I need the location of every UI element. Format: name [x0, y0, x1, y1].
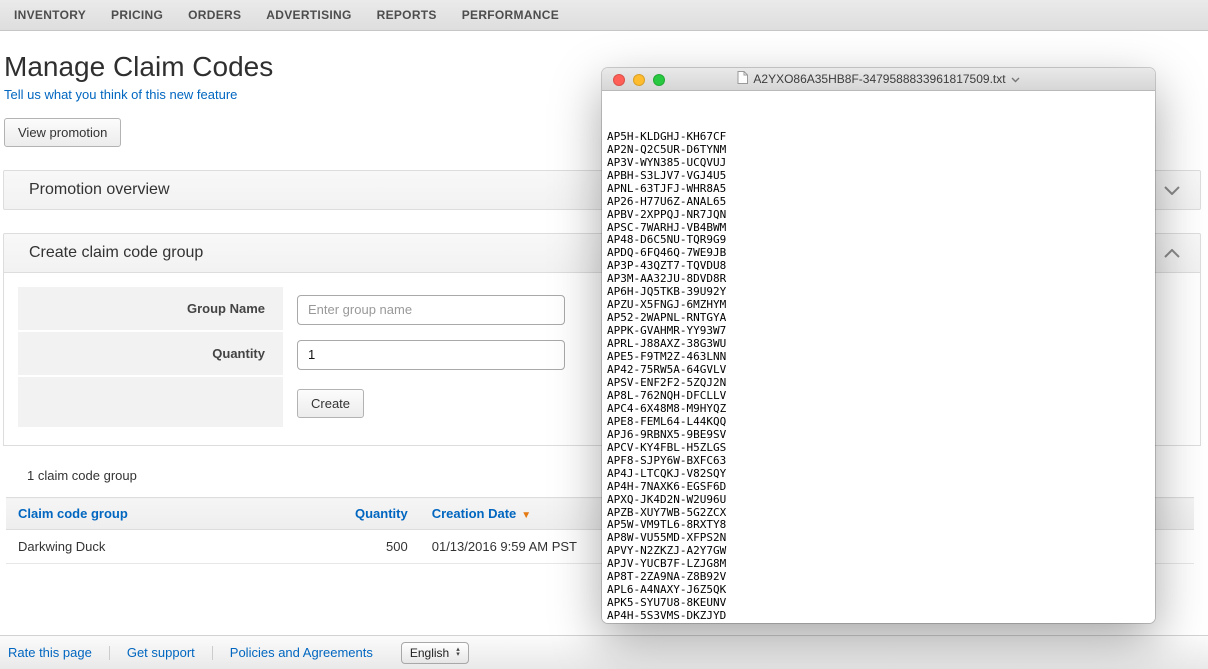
create-button[interactable]: Create	[297, 389, 364, 418]
claim-code-line: AP2N-Q2C5UR-D6TYNM	[607, 144, 1155, 157]
claim-code-line: APCV-KY4FBL-H5ZLGS	[607, 442, 1155, 455]
claim-code-line: APF8-SJPY6W-BXFC63	[607, 455, 1155, 468]
chevron-up-icon[interactable]	[1164, 249, 1180, 258]
nav-item[interactable]: ORDERS	[188, 8, 241, 22]
nav-item[interactable]: PRICING	[111, 8, 163, 22]
claim-code-line: APBH-S3LJV7-VGJ4U5	[607, 170, 1155, 183]
promotion-overview-title: Promotion overview	[29, 181, 170, 199]
claim-code-line: AP3V-WYN385-UCQVUJ	[607, 157, 1155, 170]
sort-desc-icon: ▼	[521, 510, 531, 521]
claim-code-line: APJ6-9RBNX5-9BE9SV	[607, 429, 1155, 442]
minimize-window-button[interactable]	[633, 74, 645, 86]
quantity-label: Quantity	[18, 332, 283, 377]
nav-item[interactable]: REPORTS	[377, 8, 437, 22]
document-icon	[737, 71, 748, 87]
language-select[interactable]: English ▴▾	[401, 642, 469, 664]
claim-code-line: AP4H-5S3VMS-DKZJYD	[607, 610, 1155, 623]
claim-code-line: APSV-ENF2F2-5ZQJ2N	[607, 377, 1155, 390]
window-title: A2YXO86A35HB8F-3479588833961817509.txt	[737, 71, 1019, 87]
sort-by-date-link[interactable]: Creation Date	[432, 506, 517, 521]
language-select-value: English	[410, 646, 449, 660]
group-name-label: Group Name	[18, 287, 283, 332]
claim-code-line: AP8L-762NQH-DFCLLV	[607, 390, 1155, 403]
claim-code-line: AP4H-7NAXK6-EGSF6D	[607, 481, 1155, 494]
sort-by-quantity-link[interactable]: Quantity	[355, 506, 408, 521]
claim-code-line: APE8-FEML64-L44KQQ	[607, 416, 1155, 429]
rate-this-page-link[interactable]: Rate this page	[4, 646, 110, 660]
select-stepper-icon: ▴▾	[456, 648, 460, 657]
claim-codes-text: AP5H-KLDGHJ-KH67CFAP2N-Q2C5UR-D6TYNMAP3V…	[602, 91, 1155, 623]
claim-code-line: APNL-63TJFJ-WHR8A5	[607, 183, 1155, 196]
view-promotion-button[interactable]: View promotion	[4, 118, 121, 147]
group-name-input[interactable]	[297, 295, 565, 325]
window-title-bar[interactable]: A2YXO86A35HB8F-3479588833961817509.txt	[602, 68, 1155, 91]
page-footer: Rate this page Get support Policies and …	[0, 635, 1208, 669]
zoom-window-button[interactable]	[653, 74, 665, 86]
claim-code-line: APBV-2XPPQJ-NR7JQN	[607, 209, 1155, 222]
traffic-lights	[613, 74, 665, 86]
top-nav: INVENTORY PRICING ORDERS ADVERTISING REPORTS…	[0, 0, 1208, 31]
claim-code-line: AP5H-KLDGHJ-KH67CF	[607, 131, 1155, 144]
quantity-input[interactable]	[297, 340, 565, 370]
claim-code-line: APC4-6X48M8-M9HYQZ	[607, 403, 1155, 416]
claim-code-line: AP26-H77U6Z-ANAL65	[607, 196, 1155, 209]
claim-code-line: AP4J-LTCQKJ-V82SQY	[607, 468, 1155, 481]
chevron-down-icon[interactable]	[1164, 186, 1180, 195]
text-file-window: A2YXO86A35HB8F-3479588833961817509.txt A…	[602, 68, 1155, 623]
group-quantity-cell: 500	[343, 530, 420, 564]
column-header-claim-code-group: Claim code group	[6, 498, 343, 530]
nav-item[interactable]: INVENTORY	[14, 8, 86, 22]
column-header-quantity: Quantity	[343, 498, 420, 530]
get-support-link[interactable]: Get support	[110, 646, 213, 660]
nav-item[interactable]: PERFORMANCE	[462, 8, 559, 22]
title-chevron-icon[interactable]	[1011, 72, 1020, 86]
feedback-link[interactable]: Tell us what you think of this new featu…	[4, 87, 237, 102]
sort-by-name-link[interactable]: Claim code group	[18, 506, 128, 521]
group-name-cell: Darkwing Duck	[6, 530, 343, 564]
empty-label-cell	[18, 377, 283, 429]
close-window-button[interactable]	[613, 74, 625, 86]
nav-item[interactable]: ADVERTISING	[266, 8, 351, 22]
create-claim-code-group-title: Create claim code group	[29, 244, 203, 262]
window-title-filename: A2YXO86A35HB8F-3479588833961817509.txt	[753, 72, 1005, 86]
policies-link[interactable]: Policies and Agreements	[213, 646, 390, 660]
claim-code-line: APXQ-JK4D2N-W2U96U	[607, 494, 1155, 507]
